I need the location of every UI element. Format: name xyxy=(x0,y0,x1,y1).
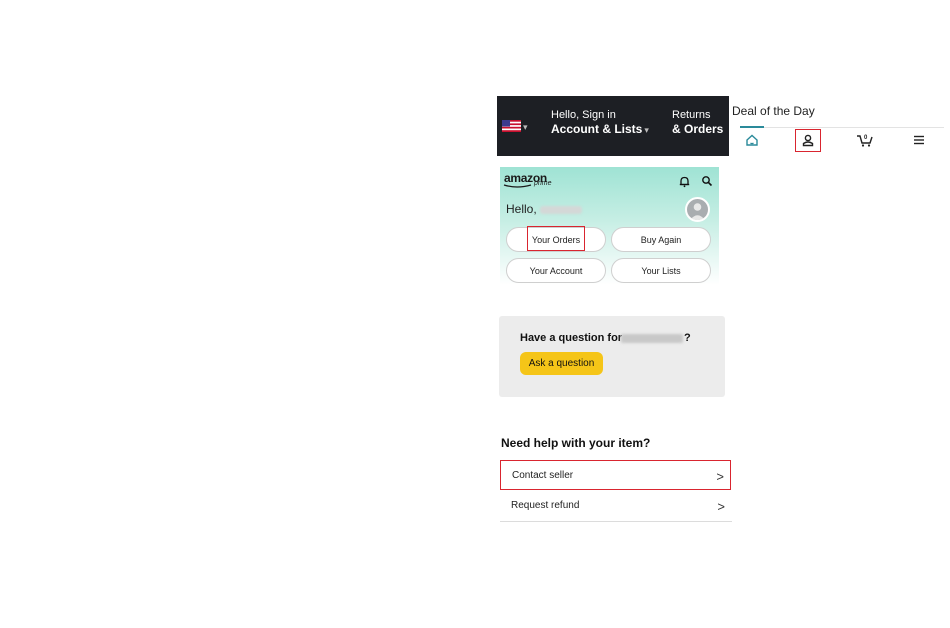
chevron-right-icon[interactable]: > xyxy=(716,469,724,484)
chevron-down-icon[interactable]: ▾ xyxy=(523,122,528,133)
request-refund-row[interactable]: Request refund > xyxy=(500,491,731,521)
redacted-name xyxy=(540,206,582,214)
help-section-title: Need help with your item? xyxy=(501,436,651,450)
chevron-down-icon[interactable]: ▾ xyxy=(644,125,649,135)
your-account-button[interactable]: Your Account xyxy=(506,258,606,283)
your-orders-highlight-box xyxy=(527,226,585,251)
your-lists-button[interactable]: Your Lists xyxy=(611,258,711,283)
user-avatar-icon xyxy=(690,203,705,220)
bell-icon[interactable] xyxy=(678,175,691,188)
contact-seller-row[interactable]: Contact seller > xyxy=(500,460,731,490)
ask-question-button[interactable]: Ask a question xyxy=(520,352,603,375)
cart-icon[interactable]: 0 xyxy=(856,132,874,148)
divider xyxy=(500,521,732,522)
contact-seller-label[interactable]: Contact seller xyxy=(512,470,573,481)
store-header: ▾ Hello, Sign in Account & Lists ▾ Return… xyxy=(497,96,729,156)
account-highlight-box xyxy=(795,129,821,152)
smile-arrow-icon xyxy=(503,184,532,188)
orders-link[interactable]: & Orders xyxy=(672,122,723,136)
question-prompt: Have a question for xyxy=(520,332,623,344)
question-mark: ? xyxy=(684,332,691,344)
question-card: Have a question for ? Ask a question xyxy=(499,316,725,397)
hello-greeting: Hello, xyxy=(506,202,537,216)
search-icon[interactable] xyxy=(701,175,713,187)
us-flag-icon[interactable] xyxy=(502,120,521,132)
home-icon[interactable] xyxy=(744,132,760,148)
prime-label: prime xyxy=(534,180,552,187)
menu-icon[interactable] xyxy=(911,132,927,148)
avatar[interactable] xyxy=(685,197,710,222)
cart-count-badge: 0 xyxy=(864,135,868,141)
active-tab-indicator xyxy=(740,126,764,128)
account-lists-link[interactable]: Account & Lists ▾ xyxy=(551,122,649,136)
redacted-seller-name xyxy=(621,334,683,343)
amazon-account-card: amazon prime Hello, Your Orders Buy Agai… xyxy=(500,167,719,285)
account-lists-label[interactable]: Account & Lists xyxy=(551,122,642,136)
greeting-text: Hello, Sign in xyxy=(551,109,616,121)
buy-again-button[interactable]: Buy Again xyxy=(611,227,711,252)
returns-label[interactable]: Returns xyxy=(672,109,711,121)
request-refund-label[interactable]: Request refund xyxy=(511,500,579,511)
deal-of-the-day-label[interactable]: Deal of the Day xyxy=(732,104,815,118)
chevron-right-icon[interactable]: > xyxy=(717,499,725,514)
divider xyxy=(764,127,944,128)
